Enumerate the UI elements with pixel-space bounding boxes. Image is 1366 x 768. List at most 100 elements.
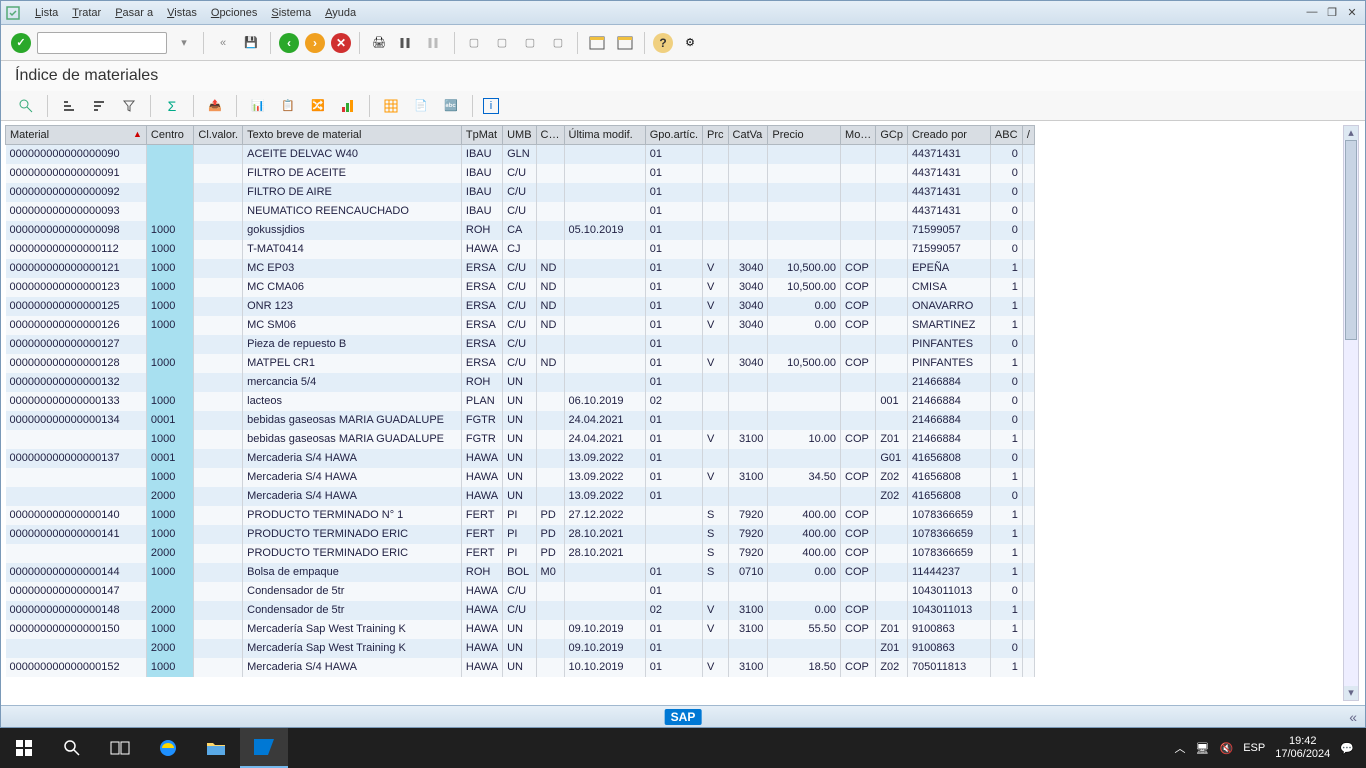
- scroll-thumb[interactable]: [1345, 140, 1357, 340]
- export-icon[interactable]: 📤: [204, 96, 226, 116]
- col-prc[interactable]: Prc: [703, 126, 729, 145]
- shortcut-icon[interactable]: [614, 32, 636, 54]
- table-row[interactable]: 2000Mercaderia S/4 HAWAHAWAUN13.09.20220…: [6, 487, 1035, 506]
- vertical-scrollbar[interactable]: ▴ ▾: [1343, 125, 1359, 701]
- select-layout-icon[interactable]: 🔀: [307, 96, 329, 116]
- filter-icon[interactable]: [118, 96, 140, 116]
- table-row[interactable]: 1000Mercaderia S/4 HAWAHAWAUN13.09.20220…: [6, 468, 1035, 487]
- sort-asc-icon[interactable]: [58, 96, 80, 116]
- layout-icon[interactable]: 📊: [247, 96, 269, 116]
- spreadsheet-icon[interactable]: [380, 96, 402, 116]
- table-row[interactable]: 2000Mercadería Sap West Training KHAWAUN…: [6, 639, 1035, 658]
- table-row[interactable]: 0000000000000001370001Mercaderia S/4 HAW…: [6, 449, 1035, 468]
- cancel-button[interactable]: ✕: [331, 33, 351, 53]
- volume-icon[interactable]: 🔇: [1220, 742, 1234, 755]
- graphic-icon[interactable]: [337, 96, 359, 116]
- ie-icon[interactable]: [144, 728, 192, 768]
- clock[interactable]: 19:42 17/06/2024: [1275, 735, 1330, 761]
- back-icon[interactable]: «: [212, 32, 234, 54]
- info-icon[interactable]: i: [483, 98, 499, 114]
- col-gpo[interactable]: Gpo.artíc.: [645, 126, 702, 145]
- table-row[interactable]: 1000bebidas gaseosas MARIA GUADALUPEFGTR…: [6, 430, 1035, 449]
- menu-tratar[interactable]: Tratar: [72, 7, 101, 19]
- table-row[interactable]: 0000000000000001231000MC CMA06ERSAC/UND0…: [6, 278, 1035, 297]
- language-indicator[interactable]: ESP: [1243, 742, 1265, 754]
- taskview-icon[interactable]: [96, 728, 144, 768]
- col-texto[interactable]: Texto breve de material: [243, 126, 462, 145]
- scroll-up-icon[interactable]: ▴: [1344, 126, 1358, 140]
- table-row[interactable]: 0000000000000001331000lacteosPLANUN06.10…: [6, 392, 1035, 411]
- table-row[interactable]: 000000000000000092FILTRO DE AIREIBAUC/U0…: [6, 183, 1035, 202]
- menu-ayuda[interactable]: Ayuda: [325, 7, 356, 19]
- close-button[interactable]: ✕: [1343, 6, 1361, 19]
- restore-button[interactable]: ❐: [1323, 6, 1341, 19]
- search-icon[interactable]: [48, 728, 96, 768]
- next-page-icon[interactable]: ▢: [519, 32, 541, 54]
- menu-sistema[interactable]: Sistema: [271, 7, 311, 19]
- table-row[interactable]: 0000000000000000981000gokussjdiosROHCA05…: [6, 221, 1035, 240]
- network-icon[interactable]: 🖥: [1196, 742, 1210, 755]
- col-centro[interactable]: Centro: [146, 126, 193, 145]
- minimize-button[interactable]: —: [1303, 6, 1321, 19]
- sum-icon[interactable]: Σ: [161, 96, 183, 116]
- col-ultima[interactable]: Última modif.: [564, 126, 645, 145]
- prev-page-icon[interactable]: ▢: [491, 32, 513, 54]
- table-row[interactable]: 0000000000000001401000PRODUCTO TERMINADO…: [6, 506, 1035, 525]
- col-creado[interactable]: Creado por: [907, 126, 990, 145]
- table-row[interactable]: 0000000000000001482000Condensador de 5tr…: [6, 601, 1035, 620]
- table-row[interactable]: 0000000000000001281000MATPEL CR1ERSAC/UN…: [6, 354, 1035, 373]
- col-ext[interactable]: /: [1022, 126, 1034, 145]
- table-row[interactable]: 0000000000000001441000Bolsa de empaqueRO…: [6, 563, 1035, 582]
- col-mo[interactable]: Mo…: [841, 126, 876, 145]
- notifications-icon[interactable]: 💬: [1340, 742, 1354, 755]
- col-tpmat[interactable]: TpMat: [461, 126, 502, 145]
- save-icon[interactable]: 💾: [240, 32, 262, 54]
- table-row[interactable]: 000000000000000132mercancia 5/4ROHUN0121…: [6, 373, 1035, 392]
- table-row[interactable]: 000000000000000090ACEITE DELVAC W40IBAUG…: [6, 145, 1035, 164]
- explorer-icon[interactable]: [192, 728, 240, 768]
- col-catva[interactable]: CatVa: [728, 126, 768, 145]
- material-table[interactable]: Material▲CentroCl.valor.Texto breve de m…: [5, 125, 1035, 677]
- table-row[interactable]: 000000000000000093NEUMATICO REENCAUCHADO…: [6, 202, 1035, 221]
- back-button[interactable]: ‹: [279, 33, 299, 53]
- col-precio[interactable]: Precio: [768, 126, 841, 145]
- table-row[interactable]: 0000000000000001501000Mercadería Sap Wes…: [6, 620, 1035, 639]
- table-row[interactable]: 0000000000000001340001bebidas gaseosas M…: [6, 411, 1035, 430]
- menu-vistas[interactable]: Vistas: [167, 7, 197, 19]
- col-abc[interactable]: ABC: [990, 126, 1022, 145]
- first-page-icon[interactable]: ▢: [463, 32, 485, 54]
- menu-pasar a[interactable]: Pasar a: [115, 7, 153, 19]
- col-clvalor[interactable]: Cl.valor.: [194, 126, 243, 145]
- table-row[interactable]: 0000000000000001121000T-MAT0414HAWACJ017…: [6, 240, 1035, 259]
- enter-button[interactable]: ✓: [11, 33, 31, 53]
- scroll-down-icon[interactable]: ▾: [1344, 686, 1358, 700]
- tray-chevron-icon[interactable]: ︿: [1175, 740, 1186, 756]
- help-button[interactable]: ?: [653, 33, 673, 53]
- table-row[interactable]: 0000000000000001521000Mercaderia S/4 HAW…: [6, 658, 1035, 677]
- col-c[interactable]: C…: [536, 126, 564, 145]
- table-row[interactable]: 0000000000000001251000ONR 123ERSAC/UND01…: [6, 297, 1035, 316]
- statusbar-expand-icon[interactable]: «: [1349, 709, 1365, 725]
- find-icon[interactable]: [396, 32, 418, 54]
- col-material[interactable]: Material▲: [6, 126, 147, 145]
- table-row[interactable]: 2000PRODUCTO TERMINADO ERICFERTPIPD28.10…: [6, 544, 1035, 563]
- table-row[interactable]: 0000000000000001261000MC SM06ERSAC/UND01…: [6, 316, 1035, 335]
- dropdown-icon[interactable]: ▾: [173, 32, 195, 54]
- abc-icon[interactable]: 🔤: [440, 96, 462, 116]
- table-row[interactable]: 000000000000000091FILTRO DE ACEITEIBAUC/…: [6, 164, 1035, 183]
- settings-icon[interactable]: ⚙: [679, 32, 701, 54]
- table-row[interactable]: 000000000000000127Pieza de repuesto BERS…: [6, 335, 1035, 354]
- menu-opciones[interactable]: Opciones: [211, 7, 257, 19]
- wordproc-icon[interactable]: 📄: [410, 96, 432, 116]
- table-row[interactable]: 0000000000000001411000PRODUCTO TERMINADO…: [6, 525, 1035, 544]
- find-next-icon[interactable]: [424, 32, 446, 54]
- command-field[interactable]: [37, 32, 167, 54]
- last-page-icon[interactable]: ▢: [547, 32, 569, 54]
- col-umb[interactable]: UMB: [503, 126, 536, 145]
- print-icon[interactable]: 🖨: [368, 32, 390, 54]
- details-icon[interactable]: [15, 96, 37, 116]
- exit-button[interactable]: ›: [305, 33, 325, 53]
- sort-desc-icon[interactable]: [88, 96, 110, 116]
- table-row[interactable]: 0000000000000001211000MC EP03ERSAC/UND01…: [6, 259, 1035, 278]
- new-session-icon[interactable]: [586, 32, 608, 54]
